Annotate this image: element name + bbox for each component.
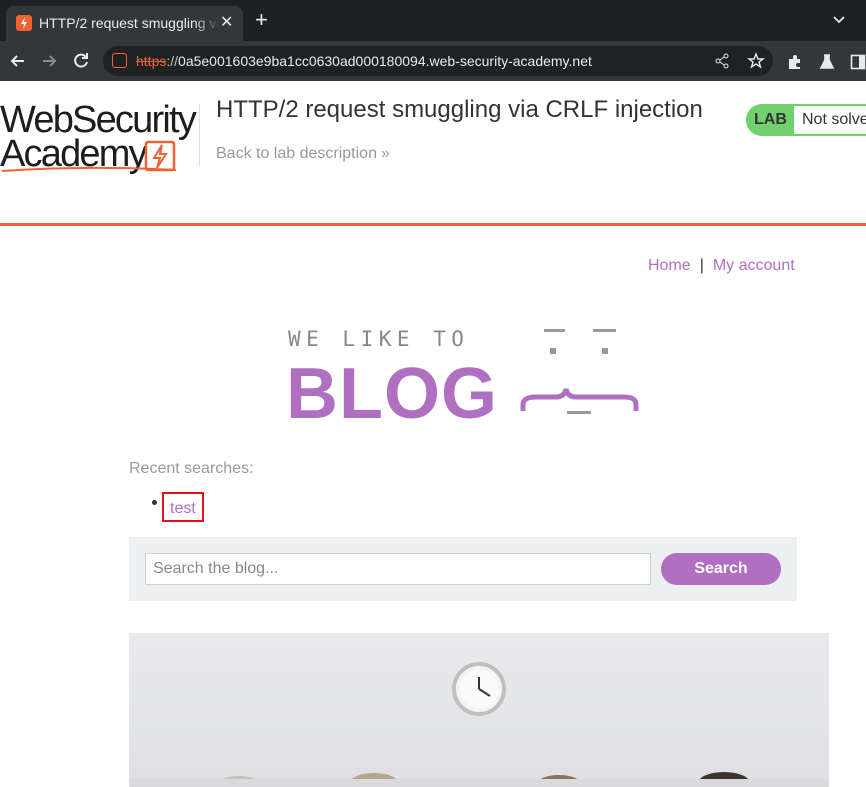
recent-searches-label: Recent searches:: [129, 460, 254, 477]
labs-flask-icon[interactable]: [818, 53, 836, 76]
back-link-label: Back to lab description: [216, 145, 377, 162]
browser-tab[interactable]: HTTP/2 request smuggling via CRLF inject…: [6, 6, 243, 41]
nav-home-link[interactable]: Home: [648, 257, 691, 274]
search-button[interactable]: Search: [661, 553, 781, 585]
search-placeholder: Search the blog...: [153, 560, 279, 577]
browser-tab-bar: HTTP/2 request smuggling via CRLF inject…: [0, 0, 866, 41]
back-arrow-icon[interactable]: [8, 51, 28, 76]
logo-underline-icon: [1, 166, 177, 172]
top-nav: Home | My account: [648, 257, 795, 275]
lab-badge-label: LAB: [754, 111, 787, 128]
lab-favicon-icon: [16, 15, 32, 31]
search-button-label: Search: [694, 560, 748, 577]
list-bullet: [152, 500, 157, 505]
lab-status-badge: LAB Not solved: [746, 104, 866, 136]
recent-search-link[interactable]: test: [162, 492, 204, 522]
url-separator: ://: [166, 53, 179, 69]
extensions-icon[interactable]: [786, 53, 804, 76]
header-divider: [199, 104, 200, 166]
header-rule: [0, 223, 866, 226]
tab-title: HTTP/2 request smuggling via CRLF inject…: [39, 15, 219, 31]
recent-search-text: test: [170, 500, 196, 517]
blog-logo-tagline: WE LIKE TO: [288, 327, 469, 351]
new-tab-icon[interactable]: +: [255, 9, 268, 31]
blog-search-input[interactable]: Search the blog...: [145, 553, 651, 585]
share-icon[interactable]: [714, 53, 730, 74]
bookmark-star-icon[interactable]: [746, 52, 766, 75]
blog-post-image[interactable]: [129, 633, 829, 787]
lab-status-box: Not solved: [794, 106, 866, 134]
blog-logo: WE LIKE TO BLOG: [286, 327, 639, 421]
lab-title: HTTP/2 request smuggling via CRLF inject…: [216, 96, 703, 123]
side-panel-icon[interactable]: [850, 53, 866, 76]
tab-list-chevron-icon[interactable]: [832, 12, 846, 31]
lab-status-text: Not solved: [802, 111, 866, 128]
blog-logo-face-icon: [520, 329, 639, 414]
url-scheme: https: [136, 53, 167, 69]
browser-toolbar: https://0a5e001603e9ba1cc0630ad000180094…: [0, 41, 866, 81]
search-panel: Search the blog... Search: [129, 537, 797, 601]
tab-close-icon[interactable]: ✕: [220, 14, 233, 32]
back-to-lab-description-link[interactable]: Back to lab description»: [216, 145, 390, 163]
reload-icon[interactable]: [71, 51, 91, 76]
url-host: 0a5e001603e9ba1cc0630ad000180094.web-sec…: [178, 53, 592, 69]
nav-my-account-link[interactable]: My account: [713, 257, 795, 274]
site-info-icon[interactable]: [112, 53, 127, 68]
blog-logo-word: BLOG: [286, 354, 498, 421]
address-bar[interactable]: https://0a5e001603e9ba1cc0630ad000180094…: [103, 46, 773, 76]
double-chevron-icon: »: [380, 145, 390, 162]
office-photo-image: [129, 662, 829, 787]
nav-separator: |: [699, 257, 704, 274]
forward-arrow-icon[interactable]: [39, 51, 59, 76]
url-text[interactable]: https://0a5e001603e9ba1cc0630ad000180094…: [136, 53, 592, 69]
